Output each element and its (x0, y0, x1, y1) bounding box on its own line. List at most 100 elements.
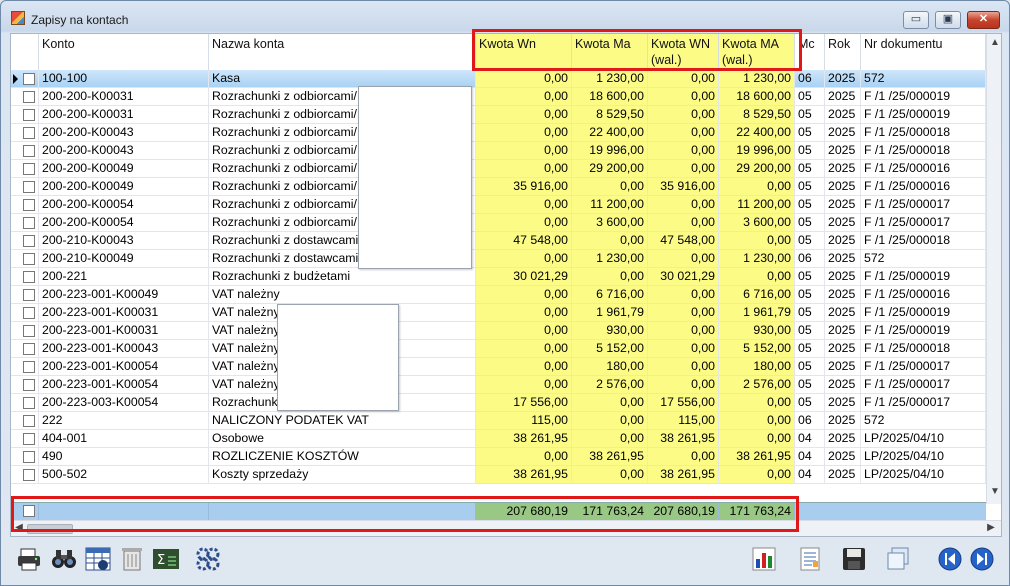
table-row[interactable]: 404-001 Osobowe 38 261,95 0,00 38 261,95 0,00… (11, 430, 986, 448)
table-row[interactable]: 200-200-K00054 Rozrachunki z odbiorcami/0… (11, 214, 986, 232)
table-row[interactable]: 200-200-K00043 Rozrachunki z odbiorcami/0… (11, 124, 986, 142)
row-checkbox[interactable] (23, 361, 35, 373)
row-checkbox[interactable] (23, 235, 35, 247)
delete-icon[interactable] (117, 545, 147, 573)
row-checkbox[interactable] (23, 271, 35, 283)
gears-icon[interactable] (193, 545, 223, 573)
header-mc[interactable]: Mc (795, 34, 825, 72)
maximize-button[interactable]: ▣ (935, 11, 961, 29)
row-checkbox[interactable] (23, 253, 35, 265)
row-checkbox[interactable] (23, 181, 35, 193)
header-rok[interactable]: Rok (825, 34, 861, 72)
calculator-table-icon[interactable] (83, 545, 113, 573)
cell-mc: 05 (795, 214, 825, 231)
save-icon[interactable] (839, 545, 869, 573)
row-select-cell (11, 412, 39, 429)
row-checkbox[interactable] (23, 217, 35, 229)
table-row[interactable]: 200-223-001-K00049 VAT należny 0,00 6 716,0… (11, 286, 986, 304)
row-select-cell (11, 340, 39, 357)
cell-konto: 500-502 (39, 466, 209, 483)
row-checkbox[interactable] (23, 91, 35, 103)
row-checkbox[interactable] (23, 451, 35, 463)
table-row[interactable]: 222 NALICZONY PODATEK VAT 115,00 0,00 115,00… (11, 412, 986, 430)
row-checkbox[interactable] (23, 109, 35, 121)
table-row[interactable]: 200-221 Rozrachunki z budżetami 30 021,29 0… (11, 268, 986, 286)
row-checkbox[interactable] (23, 325, 35, 337)
row-checkbox[interactable] (23, 145, 35, 157)
row-checkbox[interactable] (23, 343, 35, 355)
next-icon[interactable] (967, 545, 997, 573)
cell-nr: F /1 /25/000016 (861, 178, 986, 195)
cell-wn: 0,00 (476, 196, 572, 213)
table-row[interactable]: 200-210-K00049 Rozrachunki z dostawcami 0,… (11, 250, 986, 268)
scroll-up-icon[interactable]: ▲ (989, 37, 1001, 48)
cell-wnw: 38 261,95 (648, 466, 719, 483)
totals-checkbox[interactable] (23, 505, 35, 517)
cell-mc: 04 (795, 448, 825, 465)
table-row[interactable]: 200-200-K00049 Rozrachunki z odbiorcami/0… (11, 160, 986, 178)
table-row[interactable]: 100-100 Kasa 0,00 1 230,00 0,00 1 230,00 06 202… (11, 70, 986, 88)
horizontal-scrollbar[interactable]: ◀ ▶ (11, 520, 1001, 536)
cell-rok: 2025 (825, 340, 861, 357)
scroll-left-icon[interactable]: ◀ (13, 522, 25, 533)
table-row[interactable]: 200-223-001-K00043 VAT należny 0,00 5 152,0… (11, 340, 986, 358)
table-row[interactable]: 200-200-K00043 Rozrachunki z odbiorcami/0… (11, 142, 986, 160)
header-nazwa[interactable]: Nazwa konta (209, 34, 476, 72)
chart-icon[interactable] (749, 545, 779, 573)
row-checkbox[interactable] (23, 163, 35, 175)
table-row[interactable]: 200-223-001-K00031 VAT należny 0,00 930,00 0… (11, 322, 986, 340)
total-kwota-ma: 171 763,24 (572, 503, 648, 520)
table-row[interactable]: 200-223-001-K00054 VAT należny 0,00 2 576,0… (11, 376, 986, 394)
row-checkbox[interactable] (23, 469, 35, 481)
row-select-cell (11, 304, 39, 321)
row-checkbox[interactable] (23, 415, 35, 427)
table-row[interactable]: 200-223-001-K00054 VAT należny 0,00 180,00 0… (11, 358, 986, 376)
header-kwota-ma[interactable]: Kwota Ma (572, 34, 648, 72)
close-button[interactable]: ✕ (967, 11, 1000, 29)
row-checkbox[interactable] (23, 433, 35, 445)
window-title: Zapisy na kontach (31, 13, 129, 27)
records-grid[interactable]: Konto Nazwa konta Kwota Wn Kwota Ma Kwot… (10, 33, 1002, 537)
row-checkbox[interactable] (23, 379, 35, 391)
table-row[interactable]: 200-200-K00031 Rozrachunki z odbiorcami/0… (11, 88, 986, 106)
table-row[interactable]: 200-200-K00054 Rozrachunki z odbiorcami/0… (11, 196, 986, 214)
header-kwota-wn[interactable]: Kwota Wn (476, 34, 572, 72)
header-select[interactable] (11, 34, 39, 72)
cell-ma: 0,00 (572, 232, 648, 249)
cell-konto: 490 (39, 448, 209, 465)
minimize-button[interactable]: ▭ (903, 11, 929, 29)
header-kwota-ma-wal[interactable]: Kwota MA (wal.) (719, 34, 795, 72)
cell-konto: 200-223-003-K00054 (39, 394, 209, 411)
table-row[interactable]: 200-210-K00043 Rozrachunki z dostawcami 47… (11, 232, 986, 250)
binoculars-icon[interactable] (49, 545, 79, 573)
scroll-right-icon[interactable]: ▶ (985, 522, 997, 533)
report-icon[interactable] (795, 545, 825, 573)
row-checkbox[interactable] (23, 397, 35, 409)
scroll-down-icon[interactable]: ▼ (989, 486, 1001, 497)
row-checkbox[interactable] (23, 127, 35, 139)
sum-icon[interactable]: Σ (151, 545, 181, 573)
vertical-scrollbar[interactable]: ▲ ▼ (986, 34, 1001, 504)
cell-maw: 0,00 (719, 466, 795, 483)
table-row[interactable]: 200-200-K00031 Rozrachunki z odbiorcami/0… (11, 106, 986, 124)
table-row[interactable]: 500-502 Koszty sprzedaży 38 261,95 0,00 38 2… (11, 466, 986, 484)
table-row[interactable]: 200-200-K00049 Rozrachunki z odbiorcami/3… (11, 178, 986, 196)
row-checkbox[interactable] (23, 307, 35, 319)
printer-icon[interactable] (15, 545, 45, 573)
previous-icon[interactable] (935, 545, 965, 573)
horizontal-scroll-thumb[interactable] (27, 524, 73, 534)
table-row[interactable]: 200-223-001-K00031 VAT należny 0,00 1 961,7… (11, 304, 986, 322)
header-kwota-wn-wal[interactable]: Kwota WN (wal.) (648, 34, 719, 72)
cell-wnw: 0,00 (648, 322, 719, 339)
cell-konto: 200-200-K00043 (39, 142, 209, 159)
row-checkbox[interactable] (23, 289, 35, 301)
table-row[interactable]: 200-223-003-K00054 Rozrachunki 17 556,00 0,… (11, 394, 986, 412)
copy-icon[interactable] (883, 545, 913, 573)
cell-wnw: 38 261,95 (648, 430, 719, 447)
row-checkbox[interactable] (23, 199, 35, 211)
table-row[interactable]: 490 ROZLICZENIE KOSZTÓW 0,00 38 261,95 0,00 3… (11, 448, 986, 466)
header-konto[interactable]: Konto (39, 34, 209, 72)
row-checkbox[interactable] (23, 73, 35, 85)
header-nr-dokumentu[interactable]: Nr dokumentu (861, 34, 986, 72)
cell-nr: F /1 /25/000019 (861, 268, 986, 285)
